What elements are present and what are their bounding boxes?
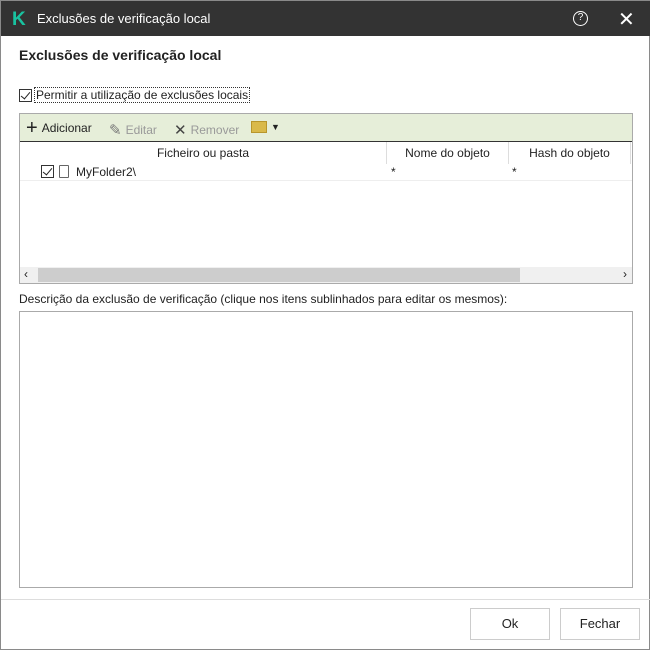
row-object-name: * (391, 165, 396, 179)
table-header: Ficheiro ou pasta Nome do objeto Hash do… (20, 142, 632, 164)
document-icon (59, 165, 69, 178)
edit-button[interactable]: ✎ Editar (109, 121, 157, 139)
folder-menu-button[interactable]: ▼ (251, 121, 280, 133)
footer-divider (1, 599, 650, 600)
column-header[interactable]: Nome do objeto (387, 142, 509, 164)
ok-button[interactable]: Ok (470, 608, 550, 640)
column-header[interactable]: Hash do objeto (509, 142, 631, 164)
remove-label: Remover (190, 123, 240, 137)
page-title: Exclusões de verificação local (19, 47, 222, 63)
dialog-window: K Exclusões de verificação local ? ✕ Exc… (0, 0, 650, 650)
allow-local-exclusions-checkbox[interactable]: Permitir a utilização de exclusões locai… (19, 87, 251, 103)
row-path: MyFolder2\ (76, 165, 137, 179)
checkbox-checked-icon[interactable] (19, 89, 32, 103)
close-icon[interactable]: ✕ (618, 7, 635, 32)
remove-button[interactable]: ✕ Remover (174, 121, 239, 139)
table-row[interactable]: MyFolder2\ * * (20, 164, 632, 181)
help-icon[interactable]: ? (573, 11, 588, 26)
chevron-left-icon[interactable]: ‹ (24, 267, 28, 281)
dropdown-arrow-icon: ▼ (271, 122, 280, 132)
add-button[interactable]: + Adicionar (26, 117, 92, 139)
row-hash: * (512, 165, 517, 179)
description-label: Descrição da exclusão de verificação (cl… (19, 292, 508, 306)
chevron-right-icon[interactable]: › (623, 267, 627, 281)
edit-label: Editar (125, 123, 157, 137)
checkbox-label: Permitir a utilização de exclusões locai… (34, 87, 251, 103)
row-checkbox[interactable] (41, 165, 54, 178)
folder-icon (251, 121, 267, 133)
x-icon: ✕ (174, 122, 187, 139)
add-label: Adicionar (41, 121, 92, 135)
column-header[interactable]: Ficheiro ou pasta (20, 142, 387, 164)
horizontal-scrollbar[interactable]: ‹ › (20, 267, 632, 283)
title-bar: K Exclusões de verificação local ? ✕ (1, 1, 650, 36)
plus-icon: + (26, 117, 38, 139)
description-area[interactable] (19, 311, 633, 588)
scrollbar-thumb[interactable] (38, 268, 520, 282)
close-button[interactable]: Fechar (560, 608, 640, 640)
toolbar: + Adicionar ✎ Editar ✕ Remover ▼ (20, 114, 632, 142)
exclusions-table: + Adicionar ✎ Editar ✕ Remover ▼ Ficheiro o… (19, 113, 633, 284)
window-title: Exclusões de verificação local (37, 11, 211, 26)
kaspersky-logo: K (12, 9, 26, 30)
pencil-icon: ✎ (109, 122, 122, 139)
